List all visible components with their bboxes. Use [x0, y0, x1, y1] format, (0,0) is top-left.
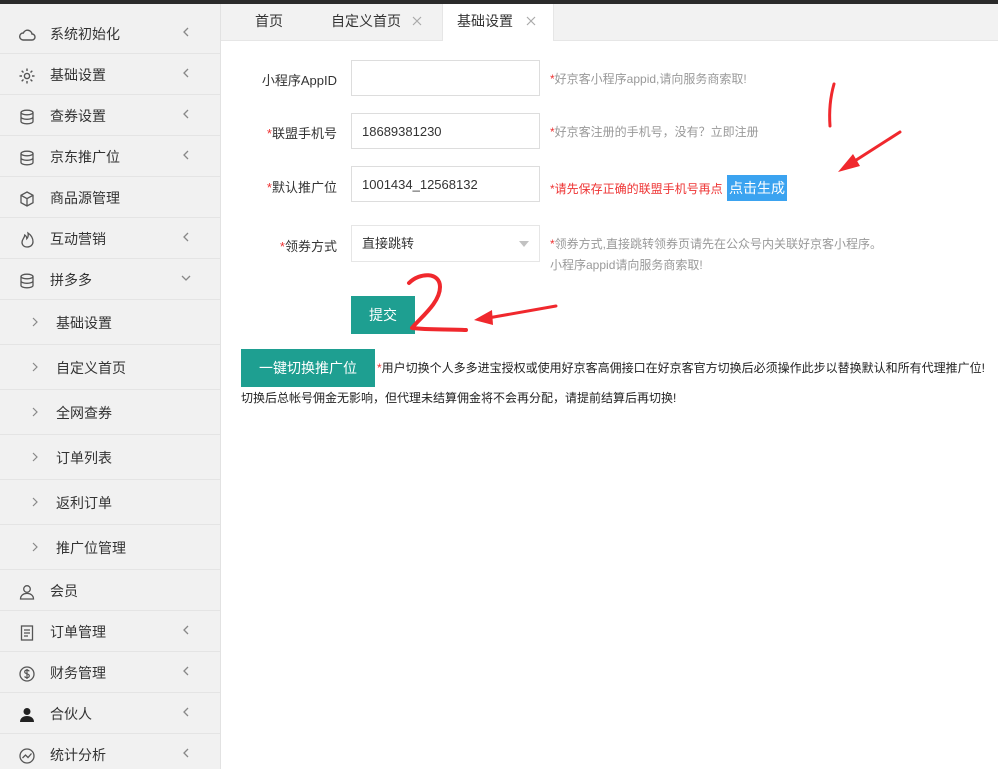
phone-hint: *好京客注册的手机号，没有？立即注册 — [550, 125, 759, 139]
gear-icon — [18, 67, 36, 85]
chevron-right-icon — [30, 362, 40, 372]
appid-input[interactable] — [351, 60, 540, 96]
person-icon — [18, 706, 36, 724]
chevron-left-icon — [180, 67, 192, 79]
sidebar-item-finance[interactable]: 财务管理 — [0, 653, 220, 693]
switch-note: *用户切换个人多多进宝授权或使用好京客高佣接口在好京客官方切换后必须操作此步以替… — [377, 361, 986, 375]
document-icon — [18, 624, 36, 642]
sidebar-subitem-label: 订单列表 — [56, 450, 112, 466]
sidebar-subitem-custom-home[interactable]: 自定义首页 — [0, 346, 220, 390]
sidebar-subitem-rebate-orders[interactable]: 返利订单 — [0, 481, 220, 525]
chevron-left-icon — [180, 231, 192, 243]
sidebar-item-label: 互动营销 — [50, 231, 106, 247]
pid-hint: *请先保存正确的联盟手机号再点 — [550, 182, 723, 196]
generate-button[interactable]: 点击生成 — [727, 175, 787, 201]
sidebar-subitem-label: 基础设置 — [56, 315, 112, 331]
sidebar-item-label: 合伙人 — [50, 706, 92, 722]
appid-hint: *好京客小程序appid,请向服务商索取! — [550, 72, 747, 86]
user-icon — [18, 583, 36, 601]
sidebar-item-label: 会员 — [50, 583, 78, 599]
sidebar: 系统初始化 基础设置 查券设置 京东推广位 商品源管理 互动营销 拼多多 基础设… — [0, 4, 221, 769]
tab-bar: 首页 自定义首页 基础设置 — [221, 4, 998, 41]
sidebar-item-label: 拼多多 — [50, 272, 92, 288]
chevron-left-icon — [180, 747, 192, 759]
annotation-arrow-2 — [474, 304, 558, 325]
tab-basic-settings[interactable]: 基础设置 — [442, 4, 554, 41]
sidebar-item-label: 财务管理 — [50, 665, 106, 681]
annotation-mark-2 — [407, 273, 468, 332]
tab-label: 自定义首页 — [331, 13, 401, 29]
sidebar-subitem-label: 自定义首页 — [56, 360, 126, 376]
close-icon[interactable] — [411, 15, 423, 27]
annotation-mark-1 — [828, 82, 836, 128]
database-icon — [18, 108, 36, 126]
sidebar-item-label: 系统初始化 — [50, 26, 120, 42]
tab-label: 基础设置 — [457, 13, 513, 29]
sidebar-subitem-promotion-positions[interactable]: 推广位管理 — [0, 526, 220, 570]
database-icon — [18, 149, 36, 167]
chevron-right-icon — [30, 542, 40, 552]
coupon-mode-hint-2: 小程序appid请向服务商索取! — [550, 258, 703, 272]
sidebar-item-pinduoduo[interactable]: 拼多多 — [0, 260, 220, 300]
sidebar-item-system-init[interactable]: 系统初始化 — [0, 14, 220, 54]
appid-label: 小程序AppID — [261, 73, 337, 88]
pid-input[interactable] — [351, 166, 540, 202]
sidebar-subitem-coupon-search[interactable]: 全网查券 — [0, 391, 220, 435]
close-icon[interactable] — [525, 15, 537, 27]
chart-icon — [18, 747, 36, 765]
chevron-right-icon — [30, 452, 40, 462]
cloud-icon — [18, 26, 36, 44]
annotation-arrow-1 — [838, 130, 902, 172]
database-icon — [18, 272, 36, 290]
cube-icon — [18, 190, 36, 208]
sidebar-item-coupon-settings[interactable]: 查券设置 — [0, 96, 220, 136]
pid-label: *默认推广位 — [266, 180, 337, 195]
coupon-mode-select[interactable]: 直接跳转 — [351, 225, 540, 262]
submit-button[interactable]: 提交 — [351, 296, 415, 334]
sidebar-subitem-label: 返利订单 — [56, 495, 112, 511]
coupon-mode-hint: *领券方式,直接跳转领券页请先在公众号内关联好京客小程序。 — [550, 237, 883, 251]
chevron-down-icon — [180, 272, 192, 284]
sidebar-subitem-label: 推广位管理 — [56, 540, 126, 556]
dollar-icon — [18, 665, 36, 683]
sidebar-item-members[interactable]: 会员 — [0, 571, 220, 611]
caret-down-icon — [519, 241, 529, 247]
switch-note-2: 切换后总帐号佣金无影响，但代理未结算佣金将不会再分配，请提前结算后再切换! — [241, 391, 677, 405]
tab-label: 首页 — [255, 13, 283, 29]
chevron-right-icon — [30, 497, 40, 507]
sidebar-item-label: 统计分析 — [50, 747, 106, 763]
sidebar-item-jd-promotion[interactable]: 京东推广位 — [0, 137, 220, 177]
sidebar-item-order-management[interactable]: 订单管理 — [0, 612, 220, 652]
chevron-left-icon — [180, 665, 192, 677]
coupon-mode-value: 直接跳转 — [362, 236, 415, 251]
sidebar-item-basic-settings[interactable]: 基础设置 — [0, 55, 220, 95]
tab-home[interactable]: 首页 — [235, 4, 305, 40]
sidebar-item-label: 订单管理 — [50, 624, 106, 640]
sidebar-item-partners[interactable]: 合伙人 — [0, 694, 220, 734]
fire-icon — [18, 231, 36, 249]
phone-label: *联盟手机号 — [266, 126, 337, 141]
chevron-left-icon — [180, 624, 192, 636]
sidebar-item-interactive-marketing[interactable]: 互动营销 — [0, 219, 220, 259]
chevron-left-icon — [180, 149, 192, 161]
chevron-left-icon — [180, 108, 192, 120]
sidebar-item-label: 商品源管理 — [50, 190, 120, 206]
tab-custom-home[interactable]: 自定义首页 — [319, 4, 439, 40]
sidebar-item-product-source[interactable]: 商品源管理 — [0, 178, 220, 218]
phone-input[interactable] — [351, 113, 540, 149]
chevron-right-icon — [30, 407, 40, 417]
sidebar-subitem-order-list[interactable]: 订单列表 — [0, 436, 220, 480]
sidebar-subitem-basic-settings[interactable]: 基础设置 — [0, 301, 220, 345]
sidebar-item-label: 基础设置 — [50, 67, 106, 83]
sidebar-item-statistics[interactable]: 统计分析 — [0, 735, 220, 769]
coupon-mode-label: *领券方式 — [279, 239, 337, 254]
sidebar-subitem-label: 全网查券 — [56, 405, 112, 421]
sidebar-item-label: 京东推广位 — [50, 149, 120, 165]
chevron-left-icon — [180, 26, 192, 38]
chevron-left-icon — [180, 706, 192, 718]
switch-promotion-button[interactable]: 一键切换推广位 — [241, 349, 375, 387]
sidebar-item-label: 查券设置 — [50, 108, 106, 124]
chevron-right-icon — [30, 317, 40, 327]
